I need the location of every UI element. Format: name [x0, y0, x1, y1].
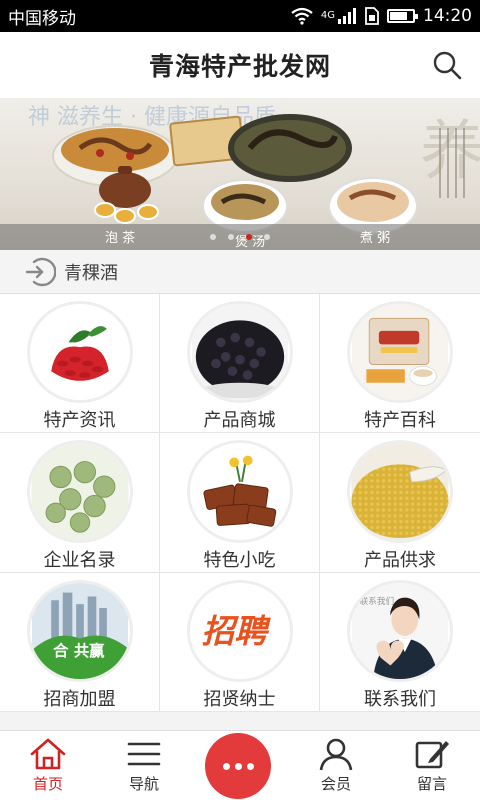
beef-jerky-image	[189, 443, 290, 540]
grid-label: 产品商城	[203, 410, 276, 431]
wifi-icon	[291, 7, 313, 25]
grid-label: 招贤纳士	[203, 689, 276, 710]
grid-item-news[interactable]: 特产资讯	[0, 294, 160, 433]
carousel-dot[interactable]	[210, 234, 216, 240]
grid-label: 企业名录	[43, 550, 116, 571]
clock: 14:20	[423, 6, 472, 26]
content-gap	[0, 712, 480, 730]
tab-label: 留言	[416, 775, 447, 793]
grid-label: 特色小吃	[203, 550, 276, 571]
tab-navigation[interactable]: 导航	[96, 731, 192, 800]
grid-item-shop[interactable]: 产品商城	[160, 294, 320, 433]
category-bar[interactable]: 青稞酒	[0, 250, 480, 294]
menu-icon	[127, 742, 161, 766]
barley-milk-tea-image	[350, 304, 450, 400]
more-icon-dot	[234, 762, 242, 770]
category-label: 青稞酒	[64, 262, 118, 284]
app-header: 青海特产批发网	[0, 32, 480, 98]
feature-grid: 特产资讯 产品商城 特产百科 企业名录 特色小吃 产品供求 合 共赢 招商加盟 …	[0, 294, 480, 712]
enter-arrow-icon	[25, 257, 56, 286]
tab-label: 导航	[128, 775, 159, 793]
user-icon	[319, 738, 353, 771]
cooperation-text: 合 共赢	[53, 641, 105, 660]
grid-item-franchise[interactable]: 合 共赢 招商加盟	[0, 573, 160, 712]
grid-item-directory[interactable]: 企业名录	[0, 433, 160, 573]
carousel-dot[interactable]	[228, 234, 234, 240]
customer-service-image: 联系我们	[350, 583, 450, 679]
carrier-name: 中国移动	[8, 8, 76, 29]
grid-item-recruitment[interactable]: 招聘 招贤纳士	[160, 573, 320, 712]
grid-item-snacks[interactable]: 特色小吃	[160, 433, 320, 573]
sim-icon	[365, 7, 379, 25]
carousel-indicator	[0, 234, 480, 240]
grid-label: 联系我们	[364, 689, 436, 710]
tab-message[interactable]: 留言	[384, 731, 480, 800]
carousel-dot[interactable]	[264, 234, 270, 240]
status-icons: 4G 14:20	[291, 6, 472, 26]
goji-berries-image	[29, 304, 130, 400]
contact-tag-text: 联系我们	[360, 596, 395, 607]
grid-item-encyclopedia[interactable]: 特产百科	[320, 294, 480, 433]
grid-item-supply-demand[interactable]: 产品供求	[320, 433, 480, 573]
tab-home[interactable]: 首页	[0, 731, 96, 800]
more-button[interactable]	[205, 733, 271, 799]
grid-label: 产品供求	[364, 550, 436, 571]
tab-member[interactable]: 会员	[288, 731, 384, 800]
edit-icon	[415, 741, 449, 769]
more-icon-dot	[222, 762, 230, 770]
grid-label: 招商加盟	[43, 689, 116, 710]
banner-brush-char: 养	[420, 115, 480, 189]
recruit-logo-text: 招聘	[201, 613, 271, 651]
recruitment-image: 招聘	[189, 583, 290, 679]
grid-label: 特产百科	[364, 410, 436, 431]
millet-grain-image	[350, 443, 450, 540]
grid-item-contact[interactable]: 联系我们 联系我们	[320, 573, 480, 712]
tab-label: 首页	[32, 775, 63, 793]
banner-carousel[interactable]: 神 滋养生 · 健康源自品质 养 泡 茶 煲 汤 煮 粥	[0, 98, 480, 250]
grid-label: 特产资讯	[43, 410, 116, 431]
search-icon[interactable]	[432, 50, 462, 80]
home-icon	[30, 738, 66, 770]
carousel-dot[interactable]	[246, 234, 252, 240]
battery-icon	[387, 9, 418, 23]
cooperation-win-image: 合 共赢	[29, 583, 130, 679]
status-bar: 中国移动 4G 14:20	[0, 0, 480, 32]
tab-label: 会员	[320, 775, 351, 793]
page-title: 青海特产批发网	[148, 52, 331, 81]
signal-icon	[338, 8, 356, 24]
more-icon-dot	[246, 762, 254, 770]
network-type: 4G	[320, 10, 335, 21]
green-buds-image	[29, 443, 130, 540]
black-goji-image	[189, 304, 290, 400]
